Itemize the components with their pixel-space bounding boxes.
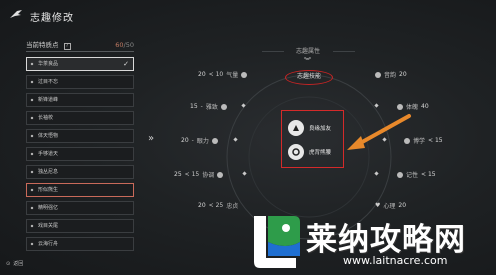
- tiger-icon: [288, 144, 304, 160]
- trait-points-count: 60/50: [115, 40, 134, 49]
- stat-icon: [211, 137, 218, 144]
- trait-item[interactable]: 精明强亿: [26, 201, 134, 215]
- expand-arrow-icon[interactable]: »: [148, 133, 154, 144]
- divider: [333, 51, 355, 52]
- trait-panel: 当前特质点 ? 60/50 华茶良品 ✓ 过目不忘 新锋道峰 长袖校 体天悟物 …: [26, 40, 134, 255]
- brand-name: 莱纳攻略网: [306, 222, 466, 258]
- stat-icon: [397, 103, 403, 110]
- trait-item[interactable]: 华茶良品 ✓: [26, 57, 134, 71]
- stat-yanli: 20 - 眼力: [181, 136, 218, 145]
- stat-jixing: 记性 < 15: [397, 170, 436, 179]
- check-icon: ✓: [123, 60, 129, 68]
- trait-item[interactable]: 长袖校: [26, 111, 134, 125]
- help-icon[interactable]: ?: [63, 43, 71, 50]
- trait-list: 华茶良品 ✓ 过目不忘 新锋道峰 长袖校 体天悟物 手够道天 独丛尼息 形似熊生…: [26, 57, 134, 251]
- back-icon: ⊙: [6, 260, 11, 267]
- trait-item[interactable]: 戏目关尾: [26, 219, 134, 233]
- skill-item[interactable]: 虎背熊腰: [288, 143, 331, 161]
- trait-panel-header: 当前特质点 ? 60/50: [26, 40, 134, 52]
- trait-item[interactable]: 独丛尼息: [26, 165, 134, 179]
- stat-xietiao: 25 < 15 协调: [174, 170, 224, 179]
- swallow-logo-icon: [10, 10, 22, 18]
- skill-item[interactable]: 良缘加友: [288, 119, 331, 137]
- stat-yazhi: 15 - 雅致: [190, 102, 227, 111]
- trait-item[interactable]: 过目不忘: [26, 75, 134, 89]
- stat-yinyun: 音韵 20: [375, 70, 407, 79]
- divider: [262, 51, 284, 52]
- trait-item[interactable]: 新锋道峰: [26, 93, 134, 107]
- stat-icon: [217, 171, 224, 178]
- trait-points-label: 当前特质点: [26, 41, 59, 49]
- stat-qiliang: 20 < 10 气量: [198, 70, 248, 79]
- header: 志趣修改: [0, 0, 496, 30]
- stat-icon: [375, 71, 381, 78]
- hand-icon: [288, 120, 304, 136]
- orange-arrow-annotation: [347, 114, 411, 150]
- skill-button[interactable]: 志趣技能: [285, 70, 333, 85]
- attribute-title: 志趣属性: [295, 48, 320, 55]
- brand-logo-icon: [254, 216, 300, 268]
- stat-icon: [241, 71, 248, 78]
- stat-zhongzhen: 20 < 25 忠贞: [198, 202, 239, 210]
- trait-item[interactable]: 形似熊生: [26, 183, 134, 197]
- stat-icon: [397, 171, 403, 178]
- stat-tipo: 体魄 40: [397, 102, 429, 111]
- stat-icon: [220, 103, 227, 110]
- back-button[interactable]: ⊙ 返回: [6, 260, 23, 268]
- page-title: 志趣修改: [30, 13, 74, 24]
- trait-item[interactable]: 云海行舟: [26, 237, 134, 251]
- chevron-down-icon: ︾: [304, 57, 311, 65]
- trait-item[interactable]: 体天悟物: [26, 129, 134, 143]
- brand-url: www.laitnacre.com: [343, 254, 448, 267]
- skill-box: 良缘加友 虎背熊腰: [281, 110, 344, 168]
- trait-item[interactable]: 手够道天: [26, 147, 134, 161]
- brand-watermark: 莱纳攻略网 www.laitnacre.com: [244, 208, 496, 275]
